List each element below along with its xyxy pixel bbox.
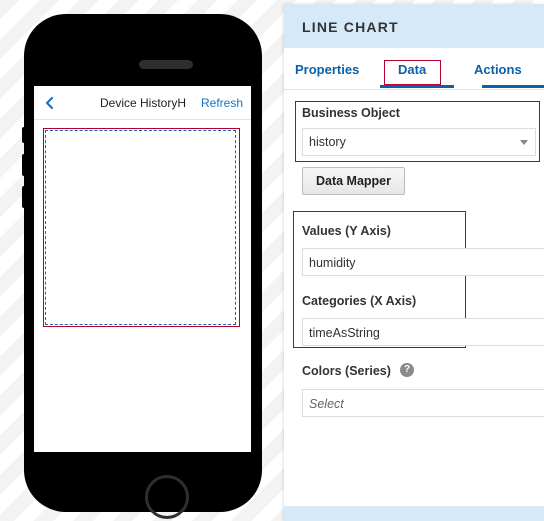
tab-data-highlight	[384, 60, 441, 85]
categories-axis-field[interactable]: timeAsString	[302, 318, 544, 346]
properties-panel: LINE CHART Properties Data Actions Busin…	[284, 4, 544, 521]
screen-title: Device HistoryH	[100, 96, 187, 110]
values-axis-label: Values (Y Axis)	[302, 224, 391, 238]
tab-underline	[482, 85, 544, 88]
tab-actions[interactable]: Actions	[474, 62, 522, 77]
business-object-label: Business Object	[302, 106, 400, 120]
panel-header: LINE CHART	[284, 4, 544, 48]
phone-screen: Device HistoryH Refresh	[34, 86, 251, 452]
chevron-left-icon[interactable]	[42, 93, 58, 113]
screen-header: Device HistoryH Refresh	[34, 86, 251, 120]
colors-series-label: Colors (Series)	[302, 364, 391, 378]
refresh-button[interactable]: Refresh	[201, 96, 243, 110]
colors-series-placeholder: Select	[309, 397, 344, 411]
help-icon[interactable]: ?	[400, 363, 414, 377]
colors-series-select[interactable]: Select	[302, 389, 544, 417]
line-chart-component[interactable]	[43, 128, 240, 327]
values-axis-value: humidity	[309, 256, 356, 270]
phone-side-button	[22, 186, 27, 208]
categories-axis-label: Categories (X Axis)	[302, 294, 417, 308]
phone-side-button	[22, 154, 27, 176]
phone-home-button	[145, 475, 189, 519]
data-mapper-button[interactable]: Data Mapper	[302, 167, 405, 195]
phone-speaker	[139, 60, 193, 69]
chart-dashed-outline	[45, 130, 236, 325]
tab-active-underline	[380, 85, 454, 88]
panel-title: LINE CHART	[302, 19, 399, 35]
business-object-select[interactable]: history	[302, 128, 536, 156]
business-object-value: history	[309, 135, 346, 149]
phone-side-button	[22, 127, 27, 143]
caret-down-icon	[520, 140, 528, 145]
tab-properties[interactable]: Properties	[295, 62, 359, 77]
values-axis-field[interactable]: humidity	[302, 248, 544, 276]
panel-footer	[284, 506, 544, 521]
categories-axis-value: timeAsString	[309, 326, 380, 340]
